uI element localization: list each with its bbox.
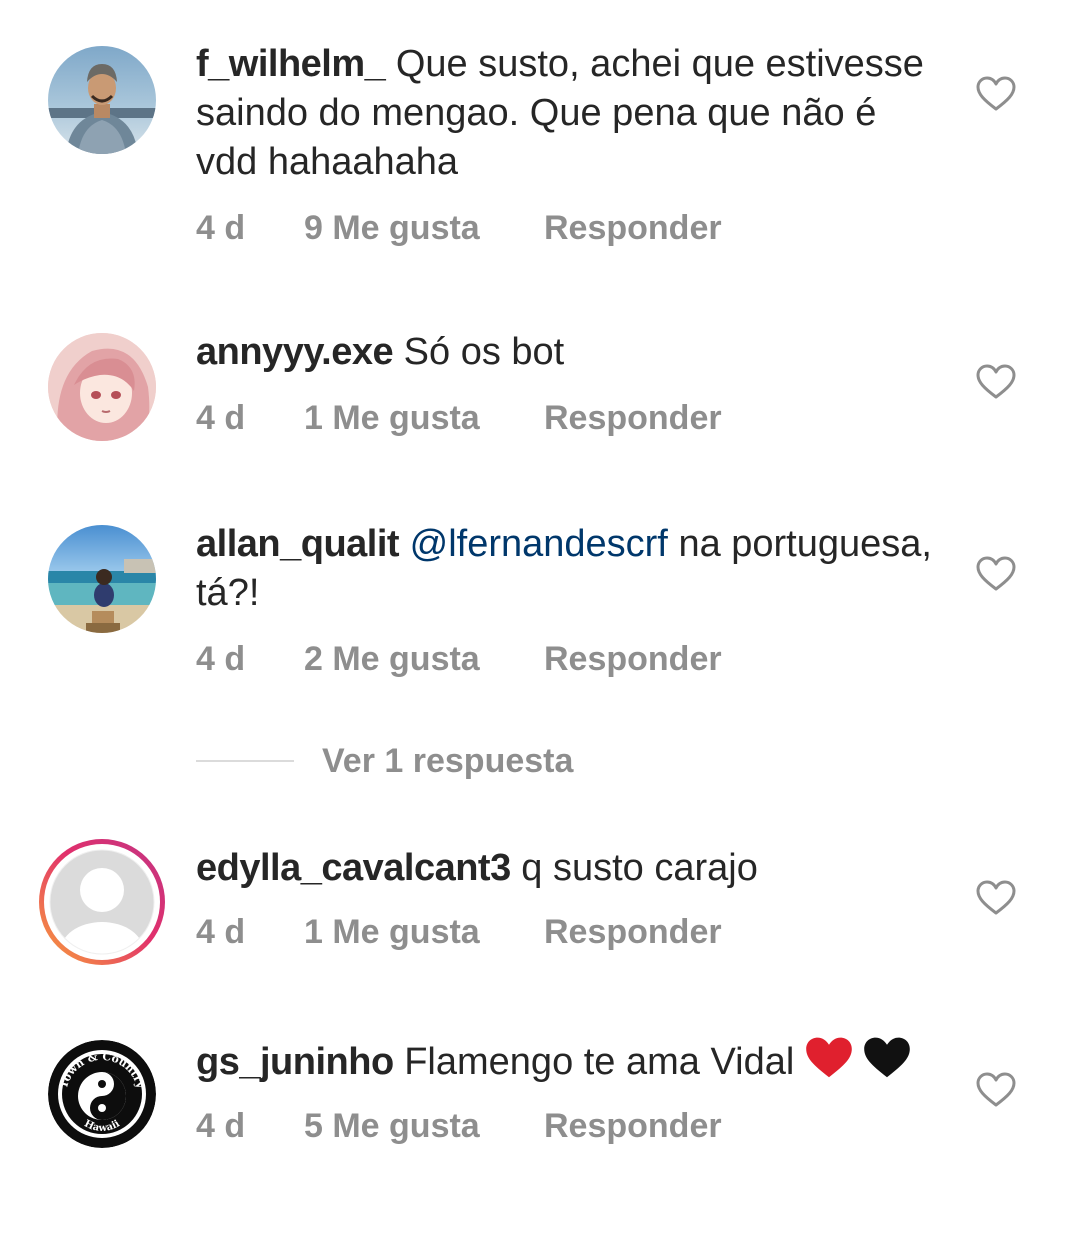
replies-divider [196, 760, 294, 762]
comment-meta: 4 d 9 Me gusta Responder [196, 209, 936, 249]
reply-button[interactable]: Responder [544, 640, 722, 679]
heart-outline-icon[interactable] [976, 1072, 1016, 1108]
comment-meta: 4 d 1 Me gusta Responder [196, 399, 936, 439]
comment-age: 4 d [196, 399, 246, 437]
mention-link[interactable]: @lfernandescrf [410, 523, 668, 565]
avatar-photo [48, 525, 156, 633]
reply-button[interactable]: Responder [544, 209, 722, 248]
comment-username[interactable]: allan_qualit [196, 523, 400, 565]
black-heart-emoji [864, 1037, 911, 1078]
reply-button[interactable]: Responder [544, 913, 722, 952]
comment-age: 4 d [196, 913, 246, 951]
comment-body: Só os bot [403, 331, 565, 373]
view-replies-button[interactable]: Ver 1 respuesta [196, 738, 573, 784]
heart-outline-icon[interactable] [976, 556, 1016, 592]
avatar[interactable]: Town & Country Hawaii [48, 1040, 156, 1148]
comment-text: annyyy.exe Só os bot [196, 328, 936, 377]
avatar[interactable] [48, 525, 156, 633]
comment-username[interactable]: gs_juninho [196, 1041, 394, 1083]
comment-body: q susto carajo [521, 847, 758, 889]
comment-username[interactable]: f_wilhelm_ [196, 43, 386, 85]
view-replies-label[interactable]: Ver 1 respuesta [322, 742, 573, 781]
comment-meta: 4 d 1 Me gusta Responder [196, 913, 936, 953]
likes-count[interactable]: 1 Me gusta [304, 399, 544, 438]
reply-button[interactable]: Responder [544, 399, 722, 438]
red-heart-emoji [806, 1037, 852, 1078]
avatar-photo [48, 46, 156, 154]
avatar[interactable] [48, 333, 156, 441]
town-country-logo: Town & Country Hawaii [48, 1040, 156, 1148]
comment-username[interactable]: edylla_cavalcant3 [196, 847, 511, 889]
heart-outline-icon[interactable] [976, 364, 1016, 400]
heart-outline-icon[interactable] [976, 76, 1016, 112]
comment-text: f_wilhelm_ Que susto, achei que estivess… [196, 40, 936, 187]
comment-username[interactable]: annyyy.exe [196, 331, 394, 373]
avatar[interactable] [48, 46, 156, 154]
comment-text: gs_juninho Flamengo te ama Vidal [196, 1036, 936, 1087]
avatar-photo [39, 839, 165, 965]
heart-outline-icon[interactable] [976, 880, 1016, 916]
comment-text: allan_qualit @lfernandescrf na portugues… [196, 520, 936, 618]
comment-meta: 4 d 2 Me gusta Responder [196, 640, 936, 680]
story-ring-avatar[interactable] [36, 836, 168, 968]
likes-count[interactable]: 1 Me gusta [304, 913, 544, 952]
reply-button[interactable]: Responder [544, 1107, 722, 1146]
likes-count[interactable]: 2 Me gusta [304, 640, 544, 679]
comment-meta: 4 d 5 Me gusta Responder [196, 1107, 936, 1147]
comment-body: Flamengo te ama Vidal [404, 1041, 795, 1083]
comment-age: 4 d [196, 209, 246, 247]
likes-count[interactable]: 5 Me gusta [304, 1107, 544, 1146]
avatar-photo [48, 333, 156, 441]
comment-age: 4 d [196, 1107, 246, 1145]
comment-age: 4 d [196, 640, 246, 678]
comment-text: edylla_cavalcant3 q susto carajo [196, 844, 936, 893]
likes-count[interactable]: 9 Me gusta [304, 209, 544, 248]
